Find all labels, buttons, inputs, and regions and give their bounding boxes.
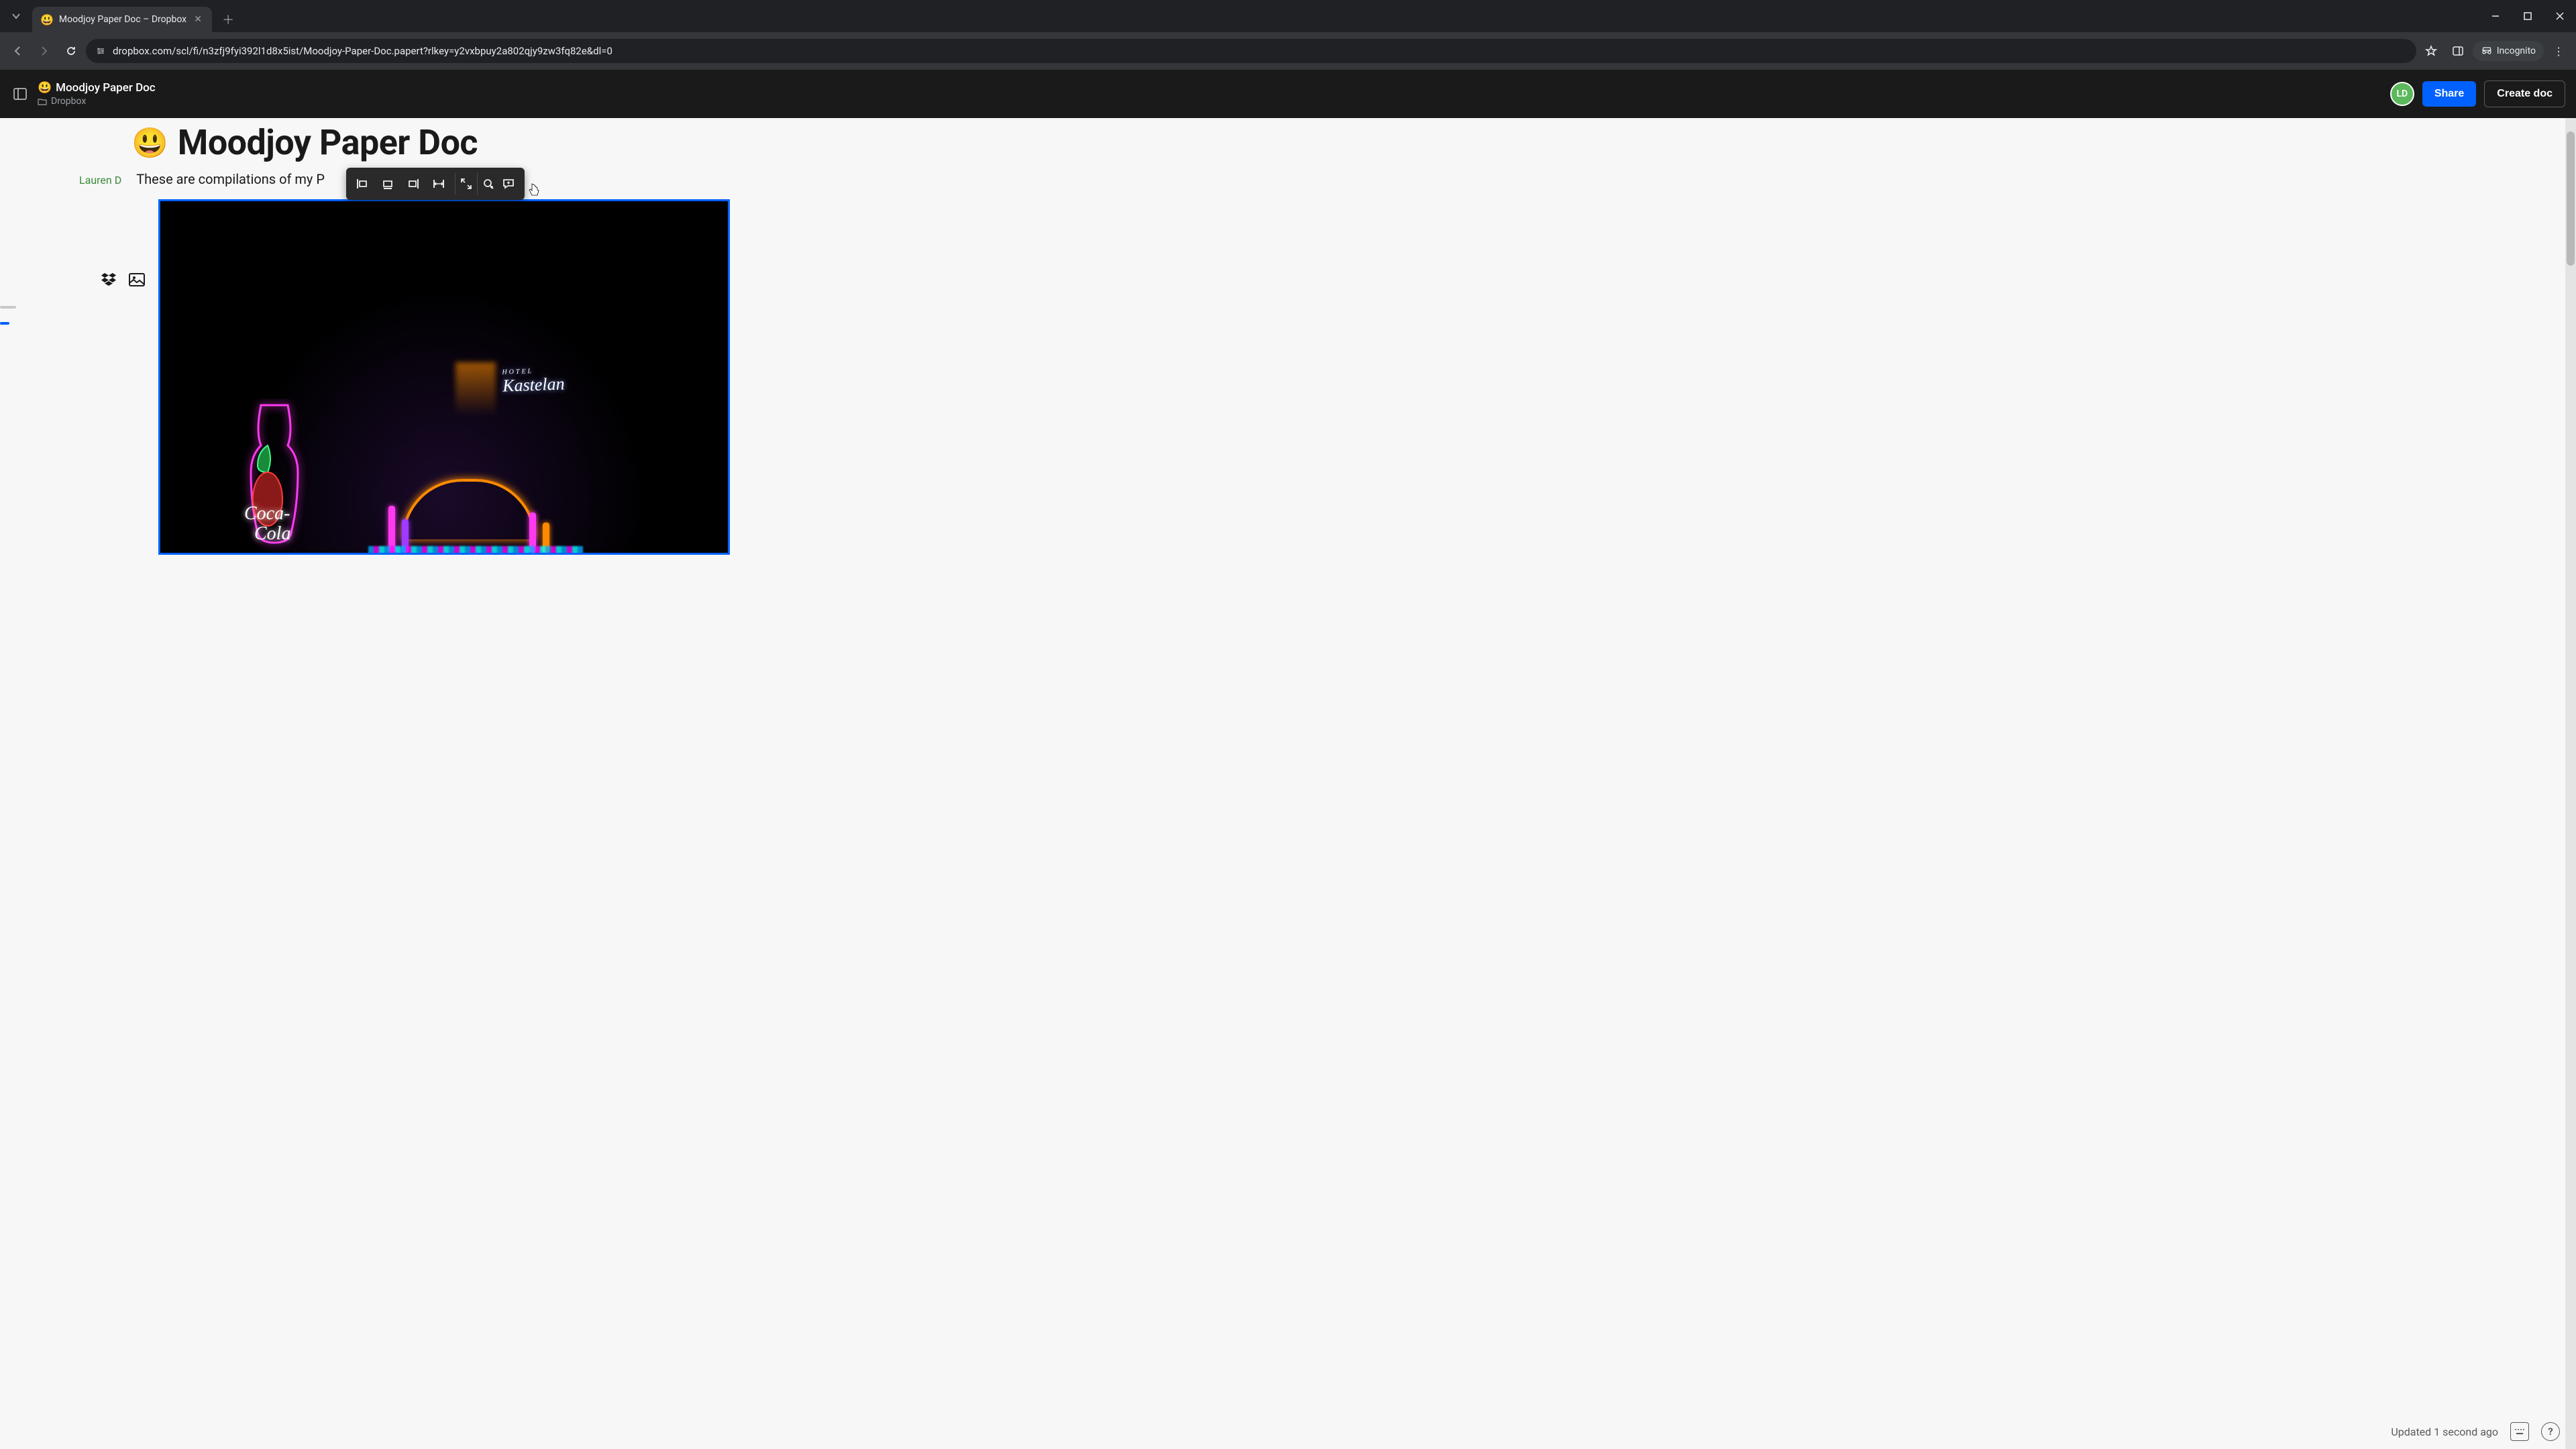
browser-tab[interactable]: 😃 Moodjoy Paper Doc – Dropbox ✕ — [32, 7, 212, 32]
scrollbar-thumb[interactable] — [2567, 131, 2575, 266]
bookmark-star-icon[interactable] — [2419, 39, 2443, 63]
selected-image[interactable]: HOTEL Kastelan Coca- Cola — [158, 199, 730, 555]
keyboard-shortcuts-icon[interactable] — [2510, 1422, 2529, 1441]
cola-text-top: Coca- — [244, 503, 290, 524]
image-toolbar — [346, 168, 525, 200]
outline-mark-active[interactable] — [0, 322, 9, 325]
cola-text-bottom: Cola — [254, 523, 290, 544]
sidebar-toggle-icon[interactable] — [11, 85, 30, 103]
close-window-button[interactable] — [2544, 0, 2576, 32]
outline-indicator[interactable] — [0, 306, 16, 325]
share-button[interactable]: Share — [2422, 81, 2476, 107]
location-label: Dropbox — [51, 96, 86, 107]
align-left-icon[interactable] — [350, 172, 374, 196]
updated-timestamp: Updated 1 second ago — [2391, 1426, 2498, 1438]
incognito-badge[interactable]: Incognito — [2473, 41, 2544, 61]
address-bar[interactable]: dropbox.com/scl/fi/n3zfj9fyi392l1d8x5ist… — [86, 39, 2416, 63]
back-button[interactable] — [5, 39, 30, 63]
hotel-script-label: Kastelan — [502, 374, 565, 395]
header-doc-title: Moodjoy Paper Doc — [56, 81, 156, 95]
tab-close-icon[interactable]: ✕ — [192, 13, 204, 25]
help-icon[interactable]: ? — [2541, 1422, 2560, 1441]
crop-icon[interactable] — [477, 172, 495, 196]
document-viewport: 😃 Moodjoy Paper Doc Lauren D These are c… — [0, 118, 2576, 1449]
url-text: dropbox.com/scl/fi/n3zfj9fyi392l1d8x5ist… — [113, 45, 612, 57]
author-name[interactable]: Lauren D — [79, 174, 121, 186]
subtitle-text[interactable]: These are compilations of my P — [136, 171, 325, 187]
page-title[interactable]: Moodjoy Paper Doc — [178, 122, 478, 163]
status-bar: Updated 1 second ago ? — [2391, 1422, 2560, 1441]
outline-mark[interactable] — [0, 306, 16, 309]
browser-menu-icon[interactable]: ⋮ — [2546, 39, 2571, 63]
minimize-button[interactable] — [2479, 0, 2512, 32]
comment-icon[interactable] — [496, 172, 521, 196]
image-icon[interactable] — [127, 270, 146, 289]
tab-search-dropdown[interactable] — [0, 0, 32, 32]
site-settings-icon[interactable] — [95, 46, 106, 56]
avatar[interactable]: LD — [2390, 82, 2414, 106]
fit-width-icon[interactable] — [427, 172, 451, 196]
tab-title: Moodjoy Paper Doc – Dropbox — [59, 14, 186, 25]
align-right-icon[interactable] — [401, 172, 425, 196]
align-center-icon[interactable] — [376, 172, 400, 196]
browser-toolbar: dropbox.com/scl/fi/n3zfj9fyi392l1d8x5ist… — [0, 32, 2576, 70]
scrollbar[interactable] — [2565, 118, 2576, 1449]
tab-favicon-emoji: 😃 — [40, 13, 54, 26]
create-doc-button[interactable]: Create doc — [2484, 80, 2565, 107]
forward-button[interactable] — [32, 39, 56, 63]
breadcrumb[interactable]: Dropbox — [38, 96, 156, 107]
app-header: 😃 Moodjoy Paper Doc Dropbox LD Share Cre… — [0, 70, 2576, 118]
incognito-icon — [2481, 45, 2493, 57]
dropbox-icon[interactable] — [99, 270, 118, 289]
doc-heading-emoji[interactable]: 😃 — [131, 125, 168, 160]
header-doc-emoji: 😃 — [38, 81, 52, 95]
maximize-button[interactable] — [2512, 0, 2544, 32]
incognito-label: Incognito — [2497, 46, 2536, 56]
new-tab-button[interactable]: ＋ — [217, 9, 239, 30]
side-panel-icon[interactable] — [2446, 39, 2470, 63]
avatar-initials: LD — [2396, 89, 2408, 99]
folder-icon — [38, 97, 47, 106]
browser-titlebar: 😃 Moodjoy Paper Doc – Dropbox ✕ ＋ — [0, 0, 2576, 32]
reload-button[interactable] — [59, 39, 83, 63]
image-content: HOTEL Kastelan Coca- Cola — [160, 201, 728, 553]
window-controls — [2479, 0, 2576, 32]
expand-icon[interactable] — [455, 172, 473, 196]
